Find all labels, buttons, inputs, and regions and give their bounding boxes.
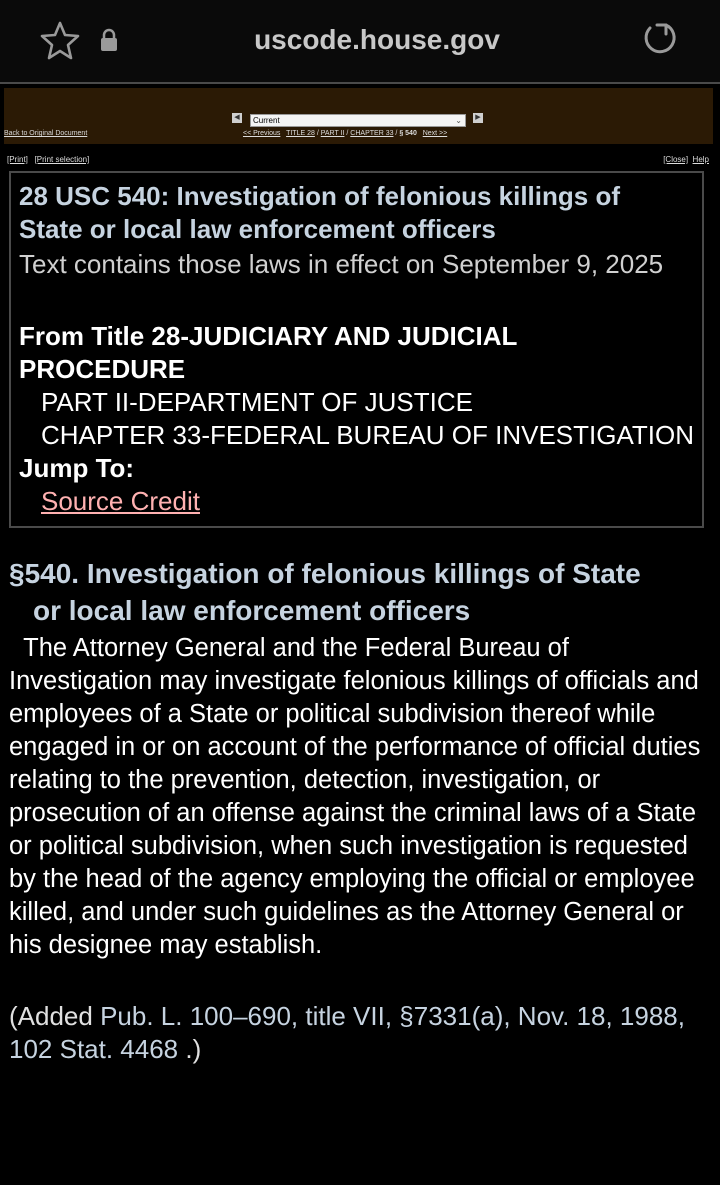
print-links: [Print] [Print selection] bbox=[7, 155, 89, 164]
print-selection-link[interactable]: [Print selection] bbox=[35, 155, 90, 164]
chevron-down-icon: ⌄ bbox=[455, 116, 462, 125]
version-select-value: Current bbox=[253, 116, 280, 125]
from-title-heading: From Title 28-JUDICIARY AND JUDICIAL PRO… bbox=[19, 321, 517, 384]
next-version-arrow-icon[interactable]: ▶ bbox=[473, 113, 483, 123]
back-to-original-link[interactable]: Back to Original Document bbox=[4, 130, 87, 137]
section-heading: §540. Investigation of felonious killing… bbox=[9, 555, 709, 629]
next-link[interactable]: Next >> bbox=[423, 130, 448, 137]
print-link[interactable]: [Print] bbox=[7, 155, 28, 164]
public-law-reference: Pub. L. 100–690, title VII, §7331(a), No… bbox=[9, 1001, 685, 1064]
source-credit-link[interactable]: Source Credit bbox=[41, 486, 200, 517]
reload-icon[interactable] bbox=[640, 20, 678, 58]
previous-link[interactable]: << Previous bbox=[243, 130, 280, 137]
browser-toolbar: uscode.house.gov bbox=[0, 0, 720, 82]
prev-version-arrow-icon[interactable]: ◀ bbox=[232, 113, 242, 123]
breadcrumb-chapter-link[interactable]: CHAPTER 33 bbox=[350, 130, 393, 137]
chapter-heading: CHAPTER 33-FEDERAL BUREAU OF INVESTIGATI… bbox=[41, 420, 694, 450]
section-body: The Attorney General and the Federal Bur… bbox=[9, 632, 711, 962]
close-link[interactable]: [Close] bbox=[663, 155, 688, 164]
section-heading-line1: §540. Investigation of felonious killing… bbox=[9, 558, 641, 589]
added-prefix: (Added bbox=[9, 1001, 101, 1031]
toolbar-divider bbox=[0, 82, 720, 84]
help-link[interactable]: Help bbox=[693, 155, 709, 164]
breadcrumb-part-link[interactable]: PART II bbox=[321, 130, 345, 137]
breadcrumb-current-section: § 540 bbox=[399, 130, 417, 137]
breadcrumb: << Previous TITLE 28 / PART II / CHAPTER… bbox=[243, 130, 448, 137]
lock-icon[interactable] bbox=[99, 28, 119, 52]
star-outline-icon[interactable] bbox=[40, 20, 80, 60]
url-field[interactable]: uscode.house.gov bbox=[200, 24, 554, 56]
section-body-text: The Attorney General and the Federal Bur… bbox=[9, 634, 701, 959]
section-heading-line2: or local law enforcement officers bbox=[33, 595, 471, 626]
breadcrumb-title-link[interactable]: TITLE 28 bbox=[286, 130, 315, 137]
added-suffix: .) bbox=[178, 1034, 202, 1064]
part-heading: PART II-DEPARTMENT OF JUSTICE bbox=[41, 387, 473, 417]
document-title: 28 USC 540: Investigation of felonious k… bbox=[19, 181, 620, 244]
version-select[interactable]: Current ⌄ bbox=[250, 114, 466, 127]
source-credit-text: (Added Pub. L. 100–690, title VII, §7331… bbox=[9, 1000, 711, 1066]
jump-to-label: Jump To: bbox=[19, 453, 135, 483]
effective-date-note: Text contains those laws in effect on Se… bbox=[19, 249, 664, 279]
close-help-links: [Close] Help bbox=[663, 155, 709, 164]
